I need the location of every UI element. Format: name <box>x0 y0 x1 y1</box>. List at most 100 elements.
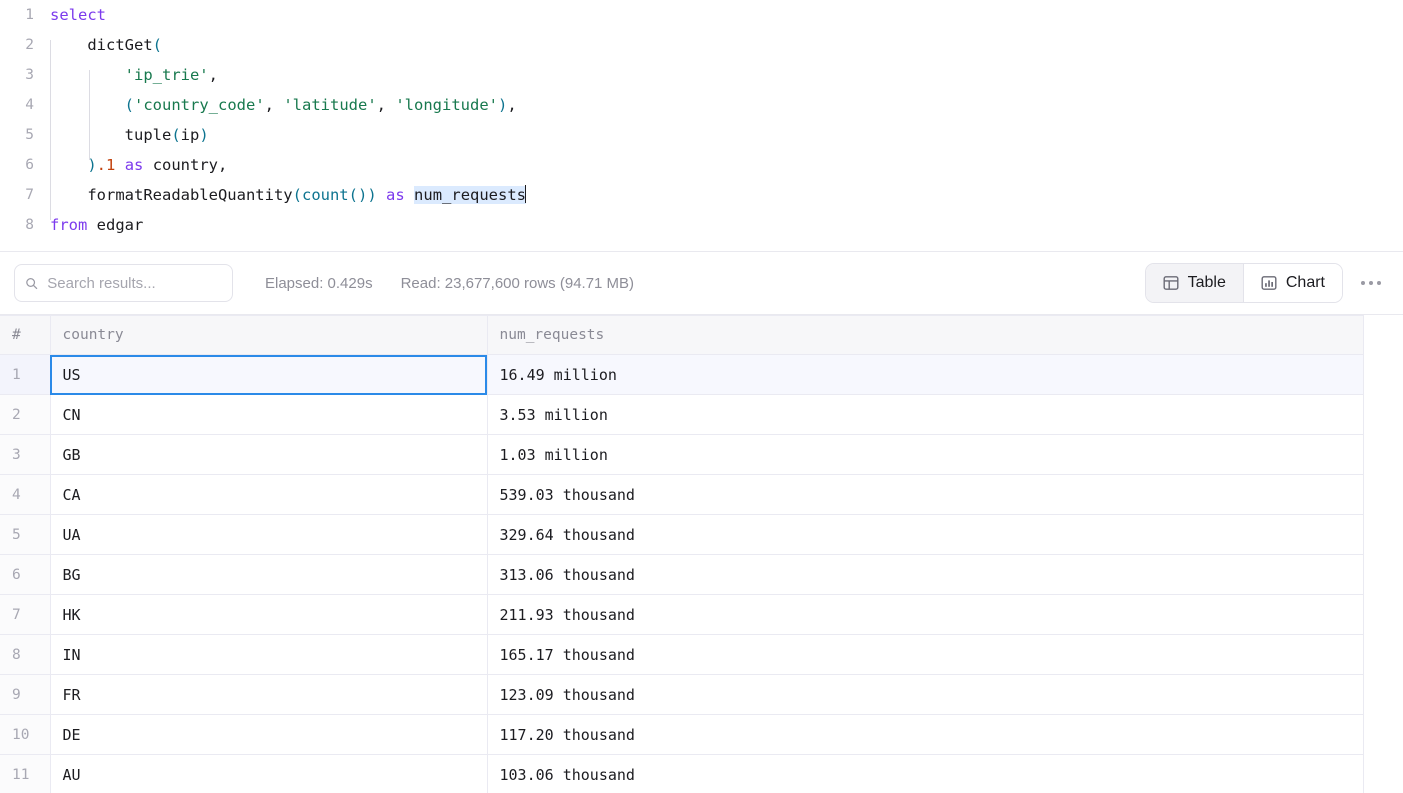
cell-num-requests[interactable]: 313.06 thousand <box>487 554 1364 595</box>
cell-num-requests[interactable]: 165.17 thousand <box>487 634 1364 675</box>
code-token: country, <box>143 156 228 174</box>
cell-num-requests[interactable]: 211.93 thousand <box>487 594 1364 635</box>
column-header-num-requests[interactable]: num_requests <box>487 315 1364 355</box>
row-index-cell: 6 <box>0 554 51 595</box>
code-token: 'longitude' <box>395 96 498 114</box>
text-cursor <box>525 185 527 203</box>
code-token: ( <box>152 36 162 54</box>
code-token: ) <box>87 156 97 174</box>
code-line[interactable]: 4 ('country_code', 'latitude', 'longitud… <box>0 90 1403 120</box>
code-token: () <box>348 186 368 204</box>
cell-num-requests[interactable]: 3.53 million <box>487 394 1364 435</box>
search-results-box[interactable] <box>14 264 233 302</box>
code-lines: 1 select 2 dictGet(3 'ip_trie', 4 ('country… <box>0 0 1403 240</box>
line-number: 7 <box>25 187 34 203</box>
elapsed-time-label: Elapsed: 0.429s <box>265 274 373 292</box>
column-header-index[interactable]: # <box>0 315 51 355</box>
code-line[interactable]: 5 tuple(ip) <box>0 120 1403 150</box>
table-row[interactable]: 7 HK 211.93 thousand <box>0 594 1364 635</box>
table-row[interactable]: 3 GB 1.03 million <box>0 434 1364 475</box>
more-options-button[interactable] <box>1353 265 1389 301</box>
cell-country[interactable]: CA <box>50 474 488 515</box>
code-token: , <box>208 66 218 84</box>
cell-country[interactable]: DE <box>50 714 488 755</box>
table-body: 1 US 16.49 million 2 CN 3.53 million 3 GB 1.03 m… <box>0 354 1364 793</box>
view-mode-table-label: Table <box>1187 274 1226 291</box>
code-line-text: 'ip_trie', <box>50 60 218 90</box>
code-token: 'ip_trie' <box>124 66 209 84</box>
code-token: select <box>50 6 106 24</box>
line-number: 2 <box>25 37 34 53</box>
column-header-country[interactable]: country <box>50 315 488 355</box>
code-token: ) <box>199 126 209 144</box>
line-number: 5 <box>25 127 34 143</box>
code-line[interactable]: 7 formatReadableQuantity(count()) as num… <box>0 180 1403 210</box>
table-row[interactable]: 8 IN 165.17 thousand <box>0 634 1364 675</box>
cell-country[interactable]: FR <box>50 674 488 715</box>
code-line[interactable]: 8 from edgar <box>0 210 1403 240</box>
code-token: 'country_code' <box>134 96 265 114</box>
view-mode-table-button[interactable]: Table <box>1145 264 1243 302</box>
sql-editor[interactable]: 1 select 2 dictGet(3 'ip_trie', 4 ('country… <box>0 0 1403 252</box>
cell-country[interactable]: IN <box>50 634 488 675</box>
code-token: count <box>301 186 349 204</box>
cell-country[interactable]: US <box>50 354 488 395</box>
more-dot <box>1377 281 1381 285</box>
cell-country[interactable]: UA <box>50 514 488 555</box>
cell-country[interactable]: GB <box>50 434 488 475</box>
code-line-text: from edgar <box>50 210 143 240</box>
code-line-text: formatReadableQuantity(count()) as num_r… <box>50 180 527 210</box>
cell-country[interactable]: BG <box>50 554 488 595</box>
code-line-text: ).1 as country, <box>50 150 227 180</box>
cell-country[interactable]: HK <box>50 594 488 635</box>
code-line-text: dictGet( <box>50 30 162 60</box>
code-line[interactable]: 2 dictGet( <box>0 30 1403 60</box>
cell-num-requests[interactable]: 1.03 million <box>487 434 1364 475</box>
cell-num-requests[interactable]: 539.03 thousand <box>487 474 1364 515</box>
cell-num-requests[interactable]: 117.20 thousand <box>487 714 1364 755</box>
cell-num-requests[interactable]: 123.09 thousand <box>487 674 1364 715</box>
cell-country[interactable]: CN <box>50 394 488 435</box>
table-row[interactable]: 11 AU 103.06 thousand <box>0 754 1364 793</box>
code-token: ) <box>367 186 377 204</box>
results-table-container[interactable]: # country num_requests 1 US 16.49 million 2… <box>0 315 1403 793</box>
row-index-cell: 9 <box>0 674 51 715</box>
code-line[interactable]: 6 ).1 as country, <box>0 150 1403 180</box>
view-mode-chart-label: Chart <box>1285 274 1325 291</box>
table-row[interactable]: 1 US 16.49 million <box>0 354 1364 395</box>
cell-country[interactable]: AU <box>50 754 488 793</box>
code-line[interactable]: 3 'ip_trie', <box>0 60 1403 90</box>
cell-num-requests[interactable]: 103.06 thousand <box>487 754 1364 793</box>
more-dot <box>1361 281 1365 285</box>
table-icon <box>1163 276 1179 290</box>
search-input[interactable] <box>47 274 222 292</box>
code-token: formatReadableQuantity <box>87 186 293 204</box>
code-line-text: tuple(ip) <box>50 120 209 150</box>
code-token: ( <box>292 186 302 204</box>
row-index-cell: 2 <box>0 394 51 435</box>
code-line[interactable]: 1 select <box>0 0 1403 30</box>
table-row[interactable]: 4 CA 539.03 thousand <box>0 474 1364 515</box>
table-row[interactable]: 5 UA 329.64 thousand <box>0 514 1364 555</box>
code-token: tuple <box>124 126 172 144</box>
table-row[interactable]: 2 CN 3.53 million <box>0 394 1364 435</box>
code-token: ) <box>497 96 508 114</box>
table-row[interactable]: 6 BG 313.06 thousand <box>0 554 1364 595</box>
cell-num-requests[interactable]: 16.49 million <box>487 354 1364 395</box>
code-token: 'latitude' <box>283 96 377 114</box>
table-row[interactable]: 10 DE 117.20 thousand <box>0 714 1364 755</box>
row-index-cell: 4 <box>0 474 51 515</box>
row-index-cell: 1 <box>0 354 51 395</box>
cell-num-requests[interactable]: 329.64 thousand <box>487 514 1364 555</box>
code-line-text: select <box>50 0 106 30</box>
view-mode-chart-button[interactable]: Chart <box>1242 264 1342 302</box>
line-number: 3 <box>25 67 34 83</box>
table-row[interactable]: 9 FR 123.09 thousand <box>0 674 1364 715</box>
row-index-cell: 7 <box>0 594 51 635</box>
